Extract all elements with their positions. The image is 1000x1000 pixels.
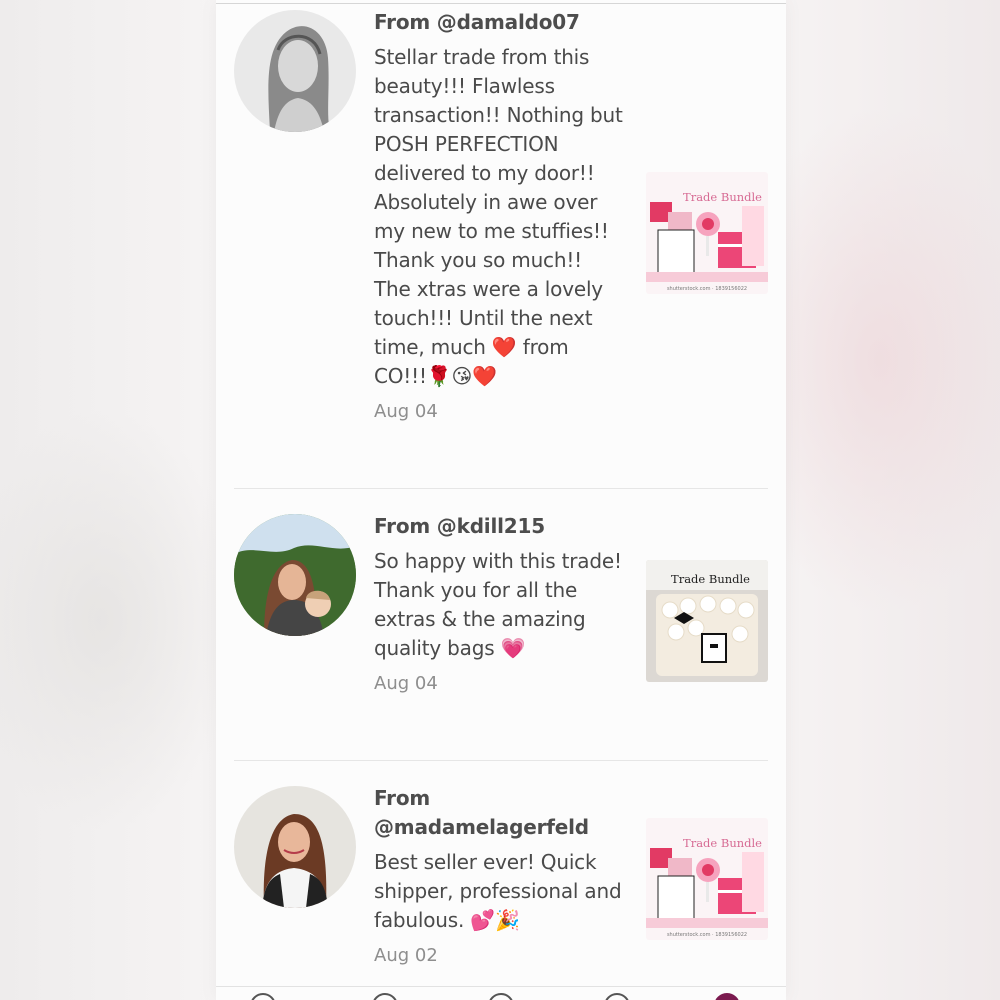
sell-icon[interactable] — [488, 993, 514, 1000]
thumbnail-title: Trade Bundle — [683, 836, 762, 850]
reviewer-handle[interactable]: From @kdill215 — [374, 512, 624, 541]
thumbnail-caption: shutterstock.com · 1839156022 — [666, 932, 748, 938]
listing-thumbnail[interactable]: Trade Bundle shutterstock.com · 18391560… — [646, 172, 768, 294]
review-divider — [234, 760, 768, 761]
review-date: Aug 04 — [374, 401, 438, 422]
review-divider — [234, 488, 768, 489]
thumbnail-title: Trade Bundle — [683, 190, 762, 204]
home-icon[interactable] — [250, 993, 276, 1000]
reviews-screen: From @damaldo07 Stellar trade from this … — [216, 0, 786, 1000]
thumbnail-title: Trade Bundle — [671, 572, 750, 586]
search-icon[interactable] — [372, 993, 398, 1000]
reviewer-handle[interactable]: From @madamelagerfeld — [374, 784, 624, 842]
top-divider — [216, 3, 786, 4]
review-date: Aug 02 — [374, 945, 438, 966]
avatar[interactable] — [234, 10, 356, 132]
thumbnail-caption: shutterstock.com · 1839156022 — [666, 286, 748, 292]
review-text: Stellar trade from this beauty!!! Flawle… — [374, 45, 623, 388]
listing-thumbnail[interactable]: Trade Bundle shutterstock.com · 18391560… — [646, 818, 768, 940]
avatar[interactable] — [234, 786, 356, 908]
bottom-nav — [216, 986, 786, 1000]
avatar[interactable] — [234, 514, 356, 636]
profile-icon[interactable] — [714, 993, 740, 1000]
reviewer-handle[interactable]: From @damaldo07 — [374, 8, 624, 37]
news-icon[interactable] — [604, 993, 630, 1000]
listing-thumbnail[interactable]: Trade Bundle — [646, 560, 768, 682]
review-date: Aug 04 — [374, 673, 438, 694]
review-text: So happy with this trade! Thank you for … — [374, 549, 622, 660]
review-text: Best seller ever! Quick shipper, profess… — [374, 850, 622, 932]
